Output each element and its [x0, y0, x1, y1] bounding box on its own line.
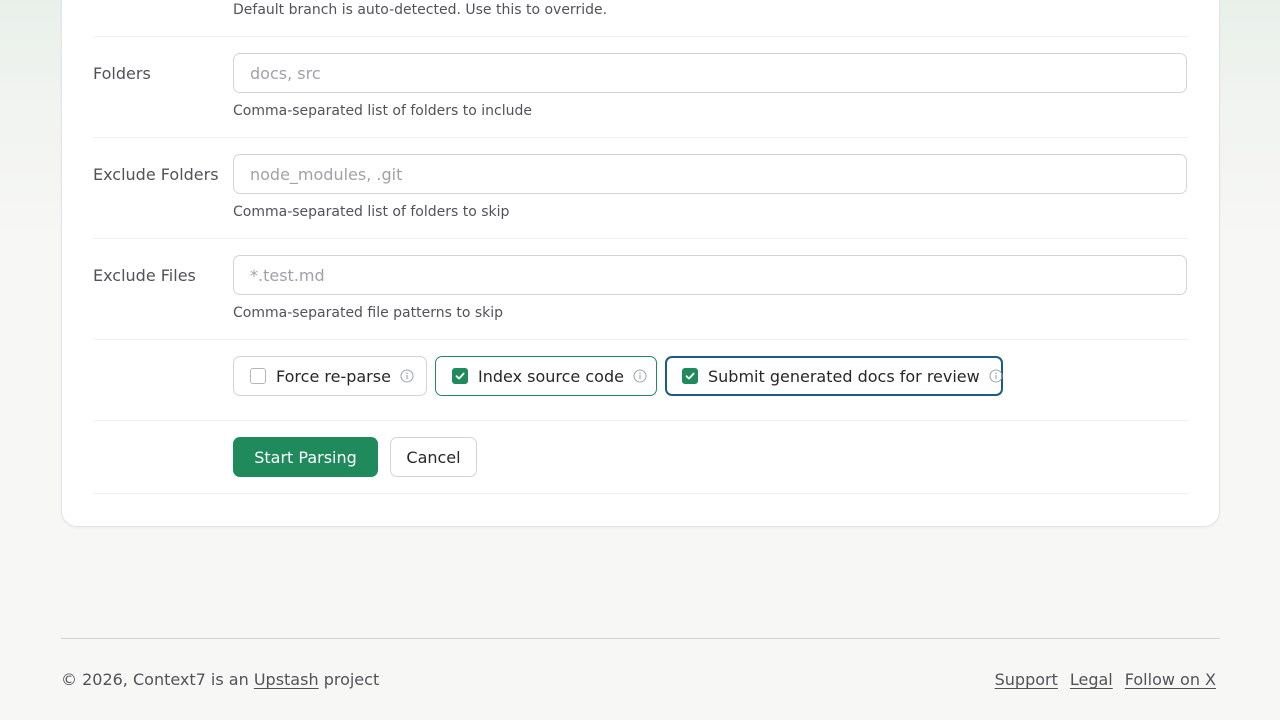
force-reparse-option[interactable]: Force re-parse: [233, 356, 427, 396]
index-source-code-option[interactable]: Index source code: [435, 356, 657, 396]
divider: [93, 238, 1188, 239]
footer-divider: [61, 638, 1220, 639]
checkbox-checked[interactable]: [452, 368, 468, 384]
divider: [93, 36, 1188, 37]
exclude-files-input[interactable]: [233, 255, 1187, 295]
copyright-suffix: project: [323, 670, 380, 689]
option-label: Submit generated docs for review: [708, 366, 980, 386]
folders-label: Folders: [93, 64, 151, 83]
info-icon[interactable]: [989, 369, 1003, 383]
divider: [93, 493, 1188, 494]
info-icon[interactable]: [633, 369, 647, 383]
exclude-folders-hint: Comma-separated list of folders to skip: [233, 204, 510, 220]
folders-input[interactable]: [233, 53, 1187, 93]
checkbox-checked[interactable]: [682, 368, 698, 384]
copyright-text: © 2026, Context7 is an: [61, 670, 249, 689]
folders-hint: Comma-separated list of folders to inclu…: [233, 103, 532, 119]
exclude-files-hint: Comma-separated file patterns to skip: [233, 305, 504, 321]
start-parsing-button[interactable]: Start Parsing: [233, 437, 378, 477]
cancel-button[interactable]: Cancel: [390, 437, 477, 477]
footer-copyright: © 2026, Context7 is an Upstash project: [61, 670, 379, 689]
exclude-folders-label: Exclude Folders: [93, 165, 219, 184]
option-label: Force re-parse: [276, 366, 391, 386]
checkbox[interactable]: [250, 368, 266, 384]
option-label: Index source code: [478, 366, 624, 386]
divider: [93, 420, 1188, 421]
info-icon[interactable]: [400, 369, 414, 383]
support-link[interactable]: Support: [995, 670, 1058, 689]
branch-hint: Default branch is auto-detected. Use thi…: [233, 2, 608, 18]
footer-links: Support Legal Follow on X: [995, 670, 1216, 689]
follow-on-x-link[interactable]: Follow on X: [1125, 670, 1216, 689]
upstash-link[interactable]: Upstash: [254, 670, 319, 689]
divider: [93, 137, 1188, 138]
exclude-folders-input[interactable]: [233, 154, 1187, 194]
submit-for-review-option[interactable]: Submit generated docs for review: [665, 356, 1003, 396]
legal-link[interactable]: Legal: [1070, 670, 1113, 689]
divider: [93, 339, 1188, 340]
exclude-files-label: Exclude Files: [93, 266, 196, 285]
